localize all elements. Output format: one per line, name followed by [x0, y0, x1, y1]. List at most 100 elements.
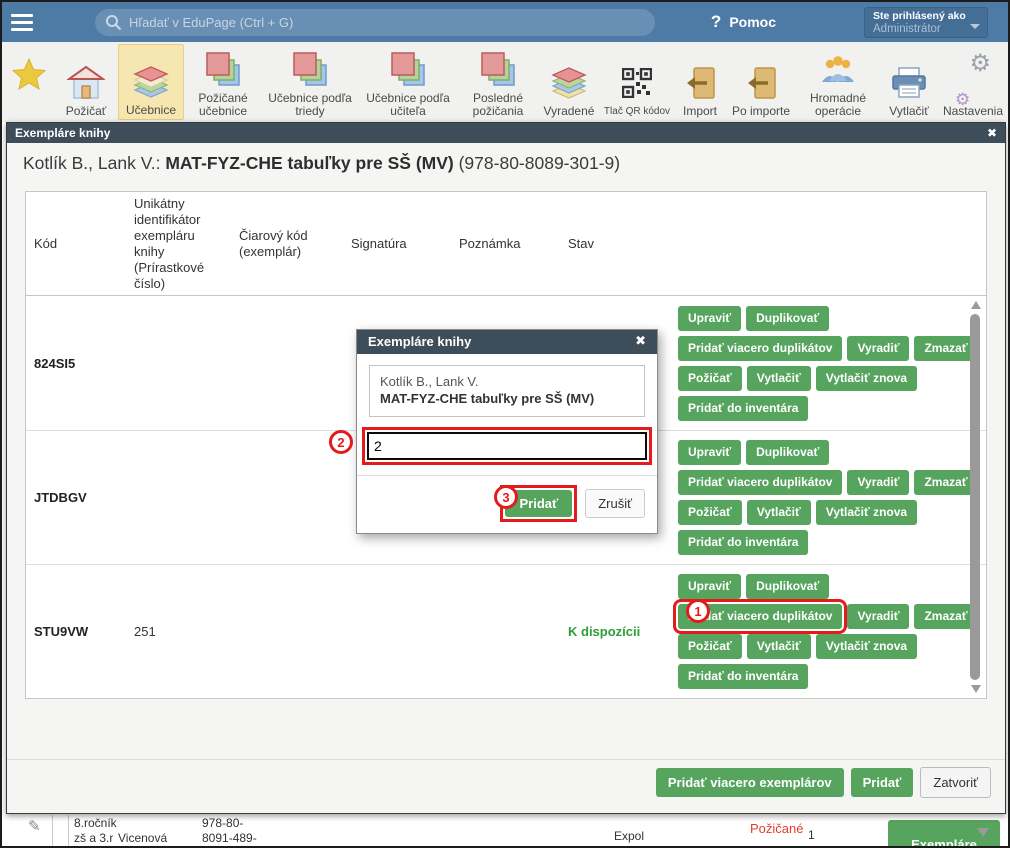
- vytlacit-button[interactable]: Vytlačiť: [747, 500, 811, 525]
- background-table-row: ✎ 8.ročník zš a 3.r Vicenová 978-80- 809…: [2, 815, 1008, 848]
- favorite-star-icon[interactable]: [12, 58, 46, 95]
- vyradit-button[interactable]: Vyradiť: [847, 336, 909, 361]
- duplikovat-button[interactable]: Duplikovať: [746, 440, 829, 465]
- pridat-button[interactable]: Pridať: [851, 768, 914, 797]
- annotation-step-1: 1: [686, 599, 710, 623]
- zatvorit-button[interactable]: Zatvoriť: [920, 767, 991, 798]
- toolbar-item-hromadne-operacie[interactable]: Hromadné operácie: [796, 44, 880, 120]
- dialog-title: Exempláre knihy: [368, 330, 471, 354]
- book-title: MAT-FYZ-CHE tabuľky pre SŠ (MV): [380, 390, 634, 407]
- toolbar-item-import[interactable]: Import: [674, 44, 726, 120]
- toolbar-item-vyradene[interactable]: Vyradené: [538, 44, 600, 120]
- col-header-poznamka: Poznámka: [451, 192, 560, 296]
- status-available: K dispozícii: [560, 565, 670, 698]
- table-row: STU9VW 251 K dispozícii Upraviť Duplikov…: [26, 564, 986, 698]
- table-scrollbar[interactable]: [968, 298, 984, 696]
- vytlacit-znova-button[interactable]: Vytlačiť znova: [816, 366, 917, 391]
- upravit-button[interactable]: Upraviť: [678, 440, 741, 465]
- bg-row-isbn-line2: 8091-489-: [202, 831, 257, 845]
- vyradit-button[interactable]: Vyradiť: [847, 604, 909, 629]
- pridat-do-inventara-button[interactable]: Pridať do inventára: [678, 396, 808, 421]
- duplicate-count-input[interactable]: [367, 432, 647, 460]
- toolbar-item-ucebnice-podla-ucitela[interactable]: Učebnice podľa učiteľa: [358, 44, 458, 120]
- bg-row-isbn-line1: 978-80-: [202, 816, 243, 830]
- global-search[interactable]: [95, 9, 655, 36]
- annotation-rect-input: [362, 427, 652, 465]
- close-icon[interactable]: ✖: [987, 123, 997, 143]
- edit-pencil-icon[interactable]: ✎: [28, 817, 41, 835]
- chevron-down-icon: [970, 24, 980, 29]
- bg-row-count: 1: [808, 828, 815, 842]
- upravit-button[interactable]: Upraviť: [678, 574, 741, 599]
- logged-in-as-label: Ste prihlásený ako: [873, 10, 979, 23]
- pozicat-button[interactable]: Požičať: [678, 366, 742, 391]
- duplikovat-button[interactable]: Duplikovať: [746, 306, 829, 331]
- stacked-squares-icon: [292, 48, 328, 92]
- vytlacit-button[interactable]: Vytlačiť: [747, 634, 811, 659]
- pridat-viacero-duplikatov-button[interactable]: Pridať viacero duplikátov: [678, 470, 842, 495]
- stacked-squares-icon: [480, 48, 516, 92]
- copy-code: JTDBGV: [26, 431, 126, 564]
- scroll-down-icon[interactable]: [977, 828, 989, 837]
- duplikovat-button[interactable]: Duplikovať: [746, 574, 829, 599]
- toolbar-item-pozicat[interactable]: Požičať: [54, 44, 118, 120]
- question-mark-icon: ?: [711, 12, 721, 32]
- vytlacit-button[interactable]: Vytlačiť: [747, 366, 811, 391]
- bg-row-publisher: Expol: [614, 829, 644, 843]
- stacked-squares-icon: [390, 48, 426, 92]
- upravit-button[interactable]: Upraviť: [678, 306, 741, 331]
- toolbar-item-posledne-pozicania[interactable]: Posledné požičania: [458, 44, 538, 120]
- vytlacit-znova-button[interactable]: Vytlačiť znova: [816, 500, 917, 525]
- toolbar-left-strip: [2, 42, 54, 122]
- pozicat-button[interactable]: Požičať: [678, 500, 742, 525]
- close-icon[interactable]: ✖: [635, 330, 646, 354]
- col-header-kod: Kód: [26, 192, 126, 296]
- toolbar-item-po-importe[interactable]: Po importe: [726, 44, 796, 120]
- toolbar-items: Požičať Učebnice: [54, 42, 1008, 122]
- pozicat-button[interactable]: Požičať: [678, 634, 742, 659]
- modal-title: Exempláre knihy: [15, 123, 110, 143]
- scroll-up-icon[interactable]: [971, 301, 981, 309]
- annotation-step-2: 2: [329, 430, 353, 454]
- bg-row-grade-line2: zš a 3.r: [74, 831, 113, 845]
- toolbar-item-vytlacit[interactable]: Vytlačiť: [880, 44, 938, 120]
- copy-code: STU9VW: [26, 565, 126, 698]
- user-dropdown[interactable]: Ste prihlásený ako Administrátor: [864, 7, 988, 38]
- toolbar-item-tlac-qr-kodov[interactable]: Tlač QR kódov: [600, 44, 674, 120]
- vyradit-button[interactable]: Vyradiť: [847, 470, 909, 495]
- toolbar-item-pozicane-ucebnice[interactable]: Požičané učebnice: [184, 44, 262, 120]
- toolbar-item-ucebnice-podla-triedy[interactable]: Učebnice podľa triedy: [262, 44, 358, 120]
- help-button[interactable]: ? Pomoc: [711, 2, 776, 42]
- gears-icon: ⚙ ⚙: [953, 61, 993, 105]
- col-header-signatura: Signatúra: [343, 192, 451, 296]
- pridat-viacero-exemplarov-button[interactable]: Pridať viacero exemplárov: [656, 768, 844, 797]
- people-icon: [819, 48, 857, 92]
- vytlacit-znova-button[interactable]: Vytlačiť znova: [816, 634, 917, 659]
- edupage-library-screen: ? Pomoc Ste prihlásený ako Administrátor: [0, 0, 1010, 848]
- toolbar-item-ucebnice[interactable]: Učebnice: [118, 44, 184, 120]
- search-icon: [105, 14, 122, 31]
- copy-code: 824SI5: [26, 296, 126, 430]
- scrollbar-thumb[interactable]: [970, 314, 980, 680]
- import-door-icon: [744, 61, 778, 105]
- pridat-do-inventara-button[interactable]: Pridať do inventára: [678, 664, 808, 689]
- annotation-step-3: 3: [494, 485, 518, 509]
- scroll-down-icon[interactable]: [971, 685, 981, 693]
- pridat-do-inventara-button[interactable]: Pridať do inventára: [678, 530, 808, 555]
- dialog-zrusit-button[interactable]: Zrušiť: [585, 489, 645, 518]
- hamburger-menu-icon[interactable]: [2, 14, 42, 31]
- top-navigation-bar: ? Pomoc Ste prihlásený ako Administrátor: [2, 2, 1008, 42]
- house-icon: [67, 61, 105, 105]
- search-input[interactable]: [129, 15, 645, 30]
- pridat-viacero-duplikatov-button[interactable]: Pridať viacero duplikátov: [678, 336, 842, 361]
- bg-row-grade-line1: 8.ročník: [74, 816, 117, 830]
- help-label: Pomoc: [729, 14, 776, 30]
- toolbar-item-nastavenia[interactable]: ⚙ ⚙ Nastavenia: [938, 44, 1008, 120]
- copy-identifier: 251: [126, 565, 231, 698]
- modal-footer: Pridať viacero exemplárov Pridať Zatvori…: [7, 759, 1005, 805]
- book-info-box: Kotlík B., Lank V. MAT-FYZ-CHE tabuľky p…: [369, 365, 645, 417]
- book-heading: Kotlík B., Lank V.: MAT-FYZ-CHE tabuľky …: [23, 153, 620, 174]
- user-role: Administrátor: [873, 23, 979, 36]
- printer-icon: [890, 61, 928, 105]
- layers-icon: [549, 61, 589, 105]
